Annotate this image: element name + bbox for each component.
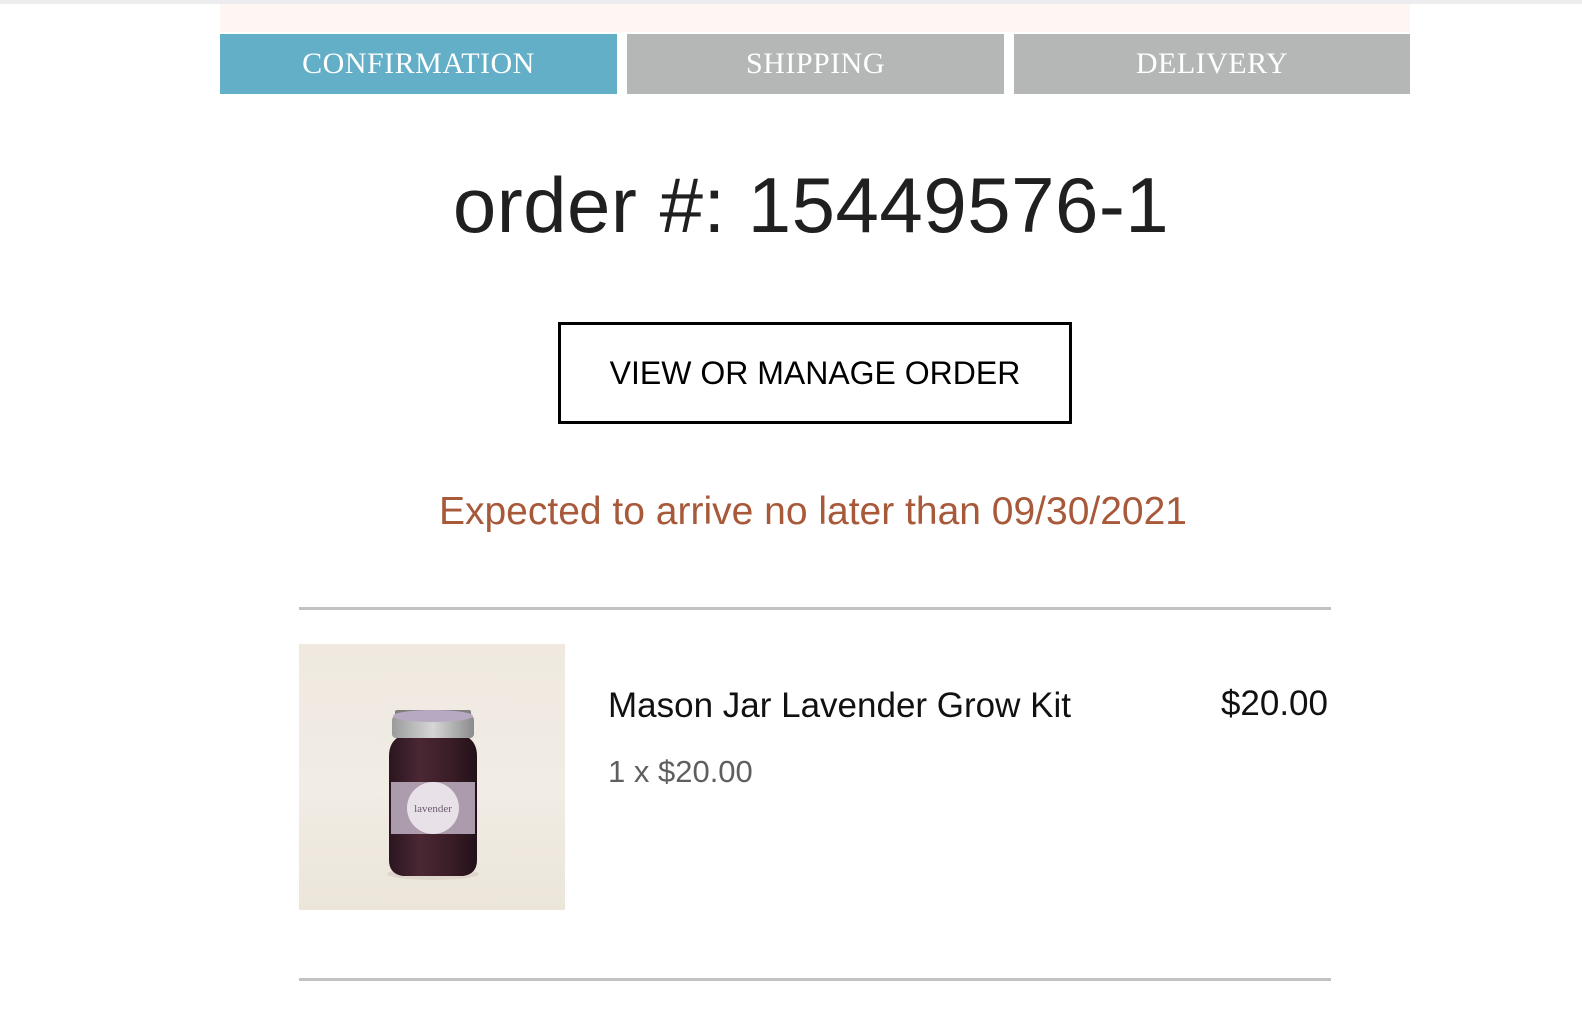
step-confirmation-label: CONFIRMATION [302,47,535,80]
step-shipping-label: SHIPPING [745,47,886,80]
product-name[interactable]: Mason Jar Lavender Grow Kit [608,686,1071,726]
view-or-manage-order-label: VIEW OR MANAGE ORDER [609,354,1021,391]
order-progress-steps: CONFIRMATION SHIPPING DELIVERY [220,34,1410,94]
step-delivery: DELIVERY [1014,34,1410,94]
order-number-heading: order #: 15449576-1 [452,161,1170,249]
product-price: $20.00 [1220,684,1328,723]
view-or-manage-order-button[interactable]: VIEW OR MANAGE ORDER [558,322,1072,424]
product-quantity-line: 1 x $20.00 [608,754,753,789]
expected-arrival-text: Expected to arrive no later than 09/30/2… [438,490,1187,533]
header-banner-strip [220,4,1410,32]
step-delivery-label: DELIVERY [1135,47,1289,80]
jar-label-text: lavender [414,803,452,815]
divider-bottom [299,978,1331,981]
product-image[interactable]: lavender [299,644,565,910]
step-confirmation: CONFIRMATION [220,34,617,94]
divider-top [299,607,1331,610]
lavender-jar-image: lavender [387,710,479,880]
step-shipping: SHIPPING [627,34,1004,94]
